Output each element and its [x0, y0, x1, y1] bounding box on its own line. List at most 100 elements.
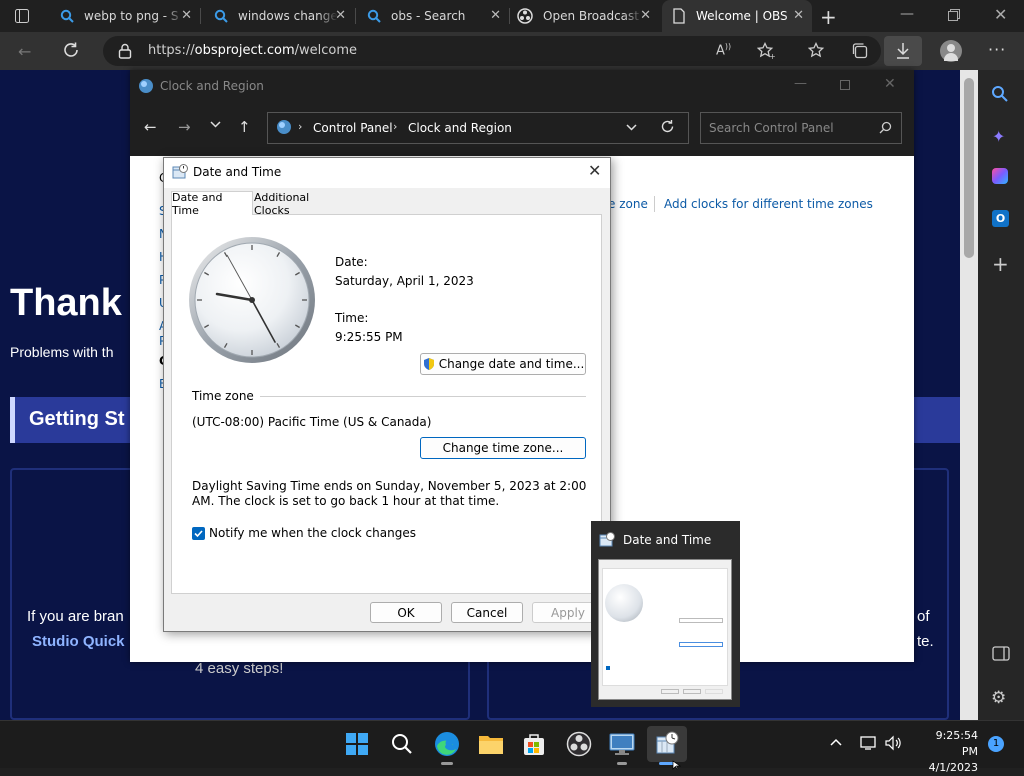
show-hidden-icons-icon[interactable] — [830, 738, 842, 746]
change-time-zone-button[interactable]: Change time zone... — [420, 437, 586, 459]
breadcrumb-control-panel[interactable]: Control Panel — [313, 121, 393, 135]
tab-actions-icon[interactable] — [14, 8, 30, 24]
shopping-icon[interactable] — [992, 168, 1008, 184]
microsoft-store-icon[interactable] — [522, 732, 546, 756]
url-text[interactable]: https://obsproject.com/welcome — [148, 43, 357, 58]
time-value: 9:25:55 PM — [335, 330, 403, 344]
webpage-heading: Thank — [10, 282, 122, 324]
close-window-icon[interactable]: ✕ — [994, 5, 1007, 24]
collections-icon[interactable] — [851, 42, 869, 60]
bing-search-icon — [60, 9, 74, 23]
bing-search-icon — [214, 9, 228, 23]
refresh-icon[interactable] — [62, 41, 80, 59]
volume-icon[interactable] — [885, 735, 903, 751]
breadcrumb-cp-icon — [276, 119, 292, 135]
notify-label[interactable]: Notify me when the clock changes — [209, 526, 416, 540]
tab-windows-change[interactable]: windows change ✕ — [202, 0, 354, 32]
more-options-icon[interactable]: ··· — [988, 40, 1006, 59]
recent-locations-icon[interactable] — [210, 121, 221, 129]
close-tab-icon[interactable]: ✕ — [640, 8, 651, 23]
close-tab-icon[interactable]: ✕ — [181, 8, 192, 23]
tab-title: windows change — [238, 9, 338, 23]
change-date-time-label: Change date and time... — [438, 357, 585, 371]
remote-desktop-icon[interactable] — [609, 732, 635, 756]
obs-studio-icon[interactable] — [566, 731, 592, 757]
favorite-add-icon[interactable]: + — [757, 42, 775, 60]
explorer-refresh-icon[interactable] — [660, 119, 675, 134]
dialog-title: Date and Time — [193, 165, 282, 179]
explorer-search-icon[interactable] — [879, 121, 892, 134]
uac-shield-icon — [422, 357, 436, 371]
scrollbar-thumb[interactable] — [964, 78, 974, 258]
copilot-icon[interactable]: ✦ — [992, 127, 1005, 146]
downloads-button[interactable] — [884, 36, 922, 66]
up-icon[interactable]: ↑ — [238, 118, 251, 136]
thumbnail-button — [679, 642, 723, 647]
change-date-time-button[interactable]: Change date and time... — [420, 353, 586, 375]
close-tab-icon[interactable]: ✕ — [793, 8, 804, 23]
hide-sidebar-icon[interactable] — [992, 646, 1010, 662]
explorer-maximize-icon[interactable] — [840, 80, 850, 90]
sidebar-settings-icon[interactable]: ⚙ — [991, 688, 1006, 708]
apply-label: Apply — [551, 605, 585, 620]
page-icon — [672, 8, 686, 24]
thumbnail-image — [598, 559, 732, 700]
outlook-icon[interactable]: O — [992, 210, 1009, 227]
date-time-taskbar-button[interactable] — [647, 726, 687, 762]
tab-obs-search[interactable]: obs - Search ✕ — [357, 0, 509, 32]
add-clocks-link[interactable]: Add clocks for different time zones — [664, 197, 873, 211]
analog-clock — [187, 235, 317, 365]
start-windows-icon[interactable] — [345, 732, 369, 756]
file-explorer-icon[interactable] — [478, 733, 504, 755]
notification-badge[interactable]: 1 — [988, 736, 1004, 752]
explorer-close-icon[interactable]: ✕ — [884, 76, 896, 92]
profile-avatar[interactable] — [940, 40, 962, 62]
close-tab-icon[interactable]: ✕ — [490, 8, 501, 23]
cancel-button[interactable]: Cancel — [451, 602, 523, 623]
favorites-icon[interactable] — [808, 42, 826, 60]
change-time-zone-label: Change time zone... — [442, 441, 564, 455]
search-icon[interactable] — [991, 85, 1009, 103]
read-aloud-icon[interactable]: A)) — [716, 42, 731, 58]
obs-icon — [517, 8, 533, 24]
explorer-title: Clock and Region — [160, 79, 264, 93]
tab-welcome-obs[interactable]: Welcome | OBS ✕ — [662, 0, 812, 32]
taskbar-search-icon[interactable] — [391, 733, 413, 755]
new-tab-icon[interactable]: + — [820, 5, 837, 29]
explorer-minimize-icon[interactable]: — — [794, 76, 807, 91]
edge-browser-icon[interactable] — [434, 731, 460, 757]
back-icon[interactable]: ← — [18, 42, 31, 61]
explorer-forward-icon[interactable]: → — [178, 118, 191, 136]
tab-separator — [200, 8, 201, 24]
taskbar-thumbnail-preview[interactable]: Date and Time — [591, 521, 740, 707]
tab-additional-clocks[interactable]: Additional Clocks — [254, 191, 344, 217]
notify-checkbox[interactable] — [192, 527, 205, 540]
explorer-back-icon[interactable]: ← — [144, 118, 157, 136]
rdp-running-indicator — [617, 762, 627, 765]
network-icon[interactable] — [860, 735, 878, 751]
minimize-icon[interactable]: — — [900, 6, 914, 22]
tab-date-and-time[interactable]: Date and Time — [171, 191, 253, 217]
date-time-icon — [172, 164, 188, 180]
date-label: Date: — [335, 255, 368, 269]
system-clock[interactable]: 9:25:54 PM 4/1/2023 — [916, 728, 978, 776]
time-zone-link[interactable]: e zone — [608, 197, 648, 211]
tab-title: Open Broadcast — [543, 9, 639, 23]
tab-title: Welcome | OBS — [696, 9, 788, 23]
address-dropdown-icon[interactable] — [626, 124, 637, 132]
tab-title: obs - Search — [391, 9, 466, 23]
add-sidebar-icon[interactable]: + — [992, 252, 1009, 276]
date-time-taskbar-icon — [655, 731, 679, 755]
quick-start-link[interactable]: Studio Quick — [32, 633, 125, 650]
close-tab-icon[interactable]: ✕ — [335, 8, 346, 23]
edge-running-indicator — [441, 762, 453, 765]
download-icon — [895, 42, 911, 60]
restore-icon[interactable] — [948, 9, 960, 21]
tab-webp-to-png[interactable]: webp to png - S ✕ — [48, 0, 200, 32]
dialog-close-icon[interactable]: ✕ — [588, 161, 601, 180]
lock-icon[interactable] — [118, 43, 132, 59]
ok-button[interactable]: OK — [370, 602, 442, 623]
tab-open-broadcast[interactable]: Open Broadcast ✕ — [511, 0, 659, 32]
webpage-subtext: Problems with th — [10, 344, 114, 360]
breadcrumb-clock-region[interactable]: Clock and Region — [408, 121, 512, 135]
